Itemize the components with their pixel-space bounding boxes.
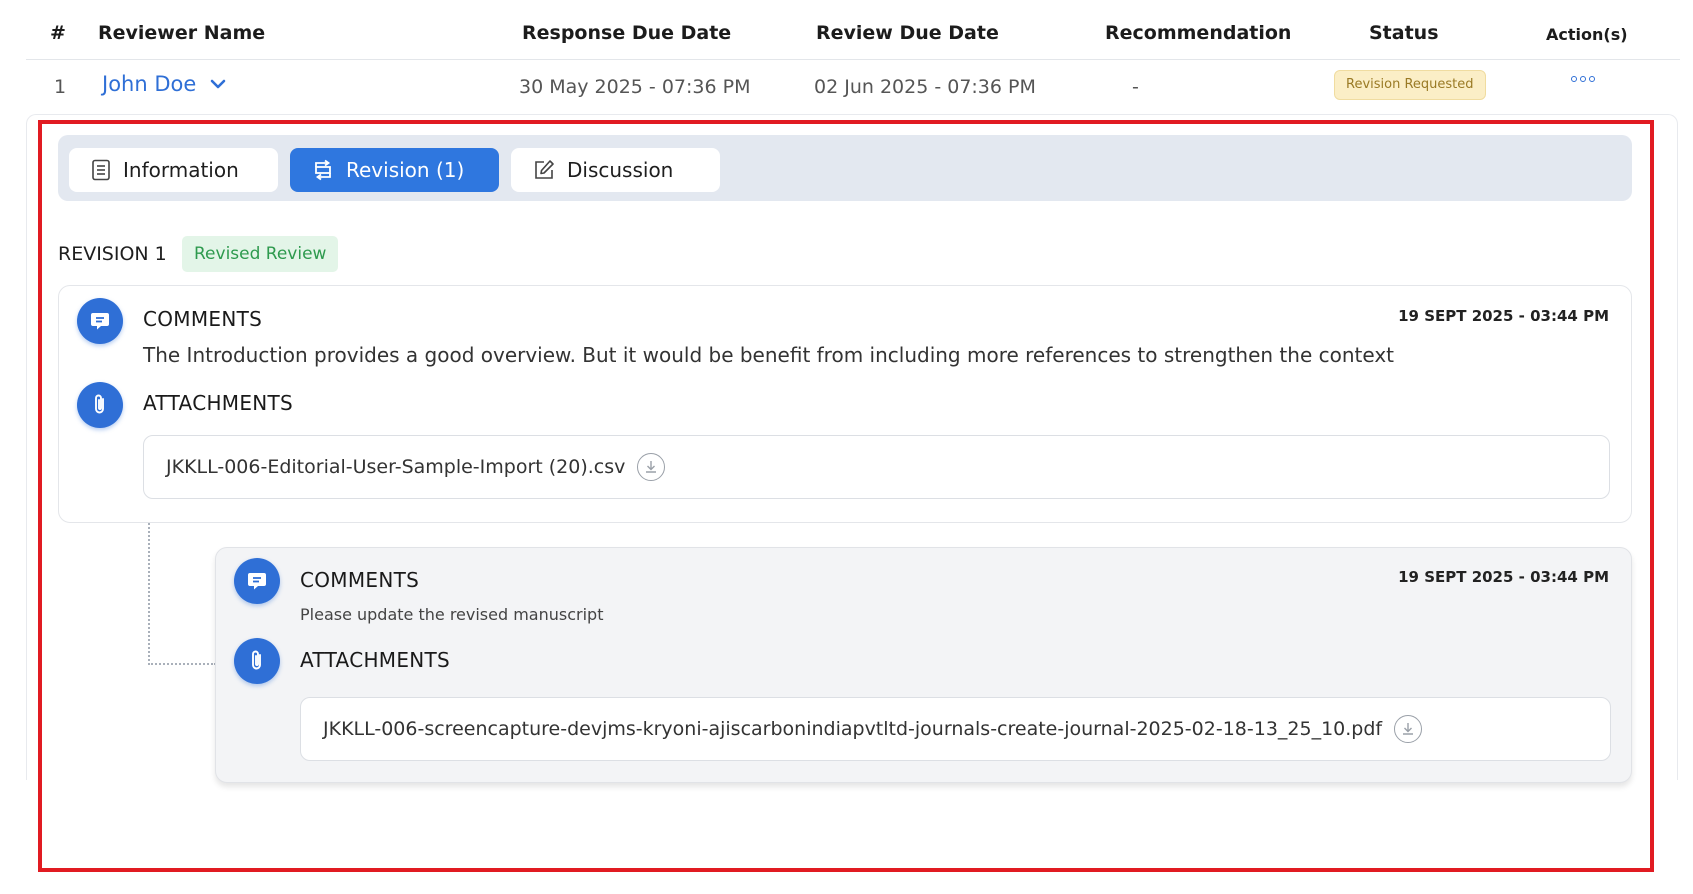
tab-information[interactable]: Information xyxy=(69,148,278,192)
col-recommendation-header: Recommendation xyxy=(1105,22,1292,44)
review-due-date: 02 Jun 2025 - 07:36 PM xyxy=(814,76,1036,98)
reply-timestamp: 19 SEPT 2025 - 03:44 PM xyxy=(1398,568,1609,586)
reply-attachment-file: JKKLL-006-screencapture-devjms-kryoni-aj… xyxy=(300,697,1611,761)
attachment-icon xyxy=(234,638,280,684)
download-icon[interactable] xyxy=(637,453,666,481)
comment-icon xyxy=(77,298,123,344)
attachment-icon xyxy=(77,382,123,428)
revision-title: REVISION 1 xyxy=(58,243,167,265)
revision-icon xyxy=(315,159,331,181)
attachment-file-name: JKKLL-006-Editorial-User-Sample-Import (… xyxy=(166,456,626,478)
col-actions-header: Action(s) xyxy=(1546,25,1628,44)
col-status-header: Status xyxy=(1369,22,1439,44)
thread-connector xyxy=(148,523,216,665)
reply-comment-card: COMMENTS 19 SEPT 2025 - 03:44 PM Please … xyxy=(215,547,1632,783)
download-icon[interactable] xyxy=(1394,715,1423,743)
tab-revision[interactable]: Revision (1) xyxy=(290,148,499,192)
tab-discussion-label: Discussion xyxy=(567,158,674,182)
col-reviewer-name-header: Reviewer Name xyxy=(98,22,266,44)
recommendation-value: - xyxy=(1132,76,1139,98)
response-due-date: 30 May 2025 - 07:36 PM xyxy=(519,76,751,98)
col-number-header: # xyxy=(50,22,66,44)
reviewer-name-link[interactable]: John Doe xyxy=(102,72,196,96)
row-number: 1 xyxy=(54,76,67,98)
attachments-label: ATTACHMENTS xyxy=(143,391,294,415)
status-badge: Revision Requested xyxy=(1334,70,1486,100)
chevron-down-icon xyxy=(210,79,226,89)
col-review-due-header: Review Due Date xyxy=(816,22,999,44)
reply-attachments-label: ATTACHMENTS xyxy=(300,648,451,672)
reply-comments-label: COMMENTS xyxy=(300,568,420,592)
comments-label: COMMENTS xyxy=(143,307,263,331)
revised-review-badge: Revised Review xyxy=(182,236,339,272)
comment-text: The Introduction provides a good overvie… xyxy=(143,343,1394,367)
tab-discussion[interactable]: Discussion xyxy=(511,148,720,192)
reply-text: Please update the revised manuscript xyxy=(300,605,604,624)
reply-attachment-file-name: JKKLL-006-screencapture-devjms-kryoni-aj… xyxy=(323,718,1383,740)
tab-information-label: Information xyxy=(123,158,239,182)
revision-comment-card: COMMENTS 19 SEPT 2025 - 03:44 PM The Int… xyxy=(58,285,1632,523)
tab-revision-label: Revision (1) xyxy=(346,158,465,182)
detail-tabs: Information Revision (1) Discussion xyxy=(58,135,1632,201)
reviewers-table-header: # Reviewer Name Response Due Date Review… xyxy=(26,18,1680,60)
table-row: 1 John Doe 30 May 2025 - 07:36 PM 02 Jun… xyxy=(26,62,1680,114)
attachment-file: JKKLL-006-Editorial-User-Sample-Import (… xyxy=(143,435,1610,499)
col-response-due-header: Response Due Date xyxy=(522,22,732,44)
more-actions-icon[interactable] xyxy=(1571,76,1595,82)
comment-timestamp: 19 SEPT 2025 - 03:44 PM xyxy=(1398,307,1609,325)
comment-icon xyxy=(234,558,280,604)
edit-icon xyxy=(535,160,554,179)
reviewer-name-toggle[interactable]: John Doe xyxy=(102,72,226,96)
document-icon xyxy=(92,159,110,181)
